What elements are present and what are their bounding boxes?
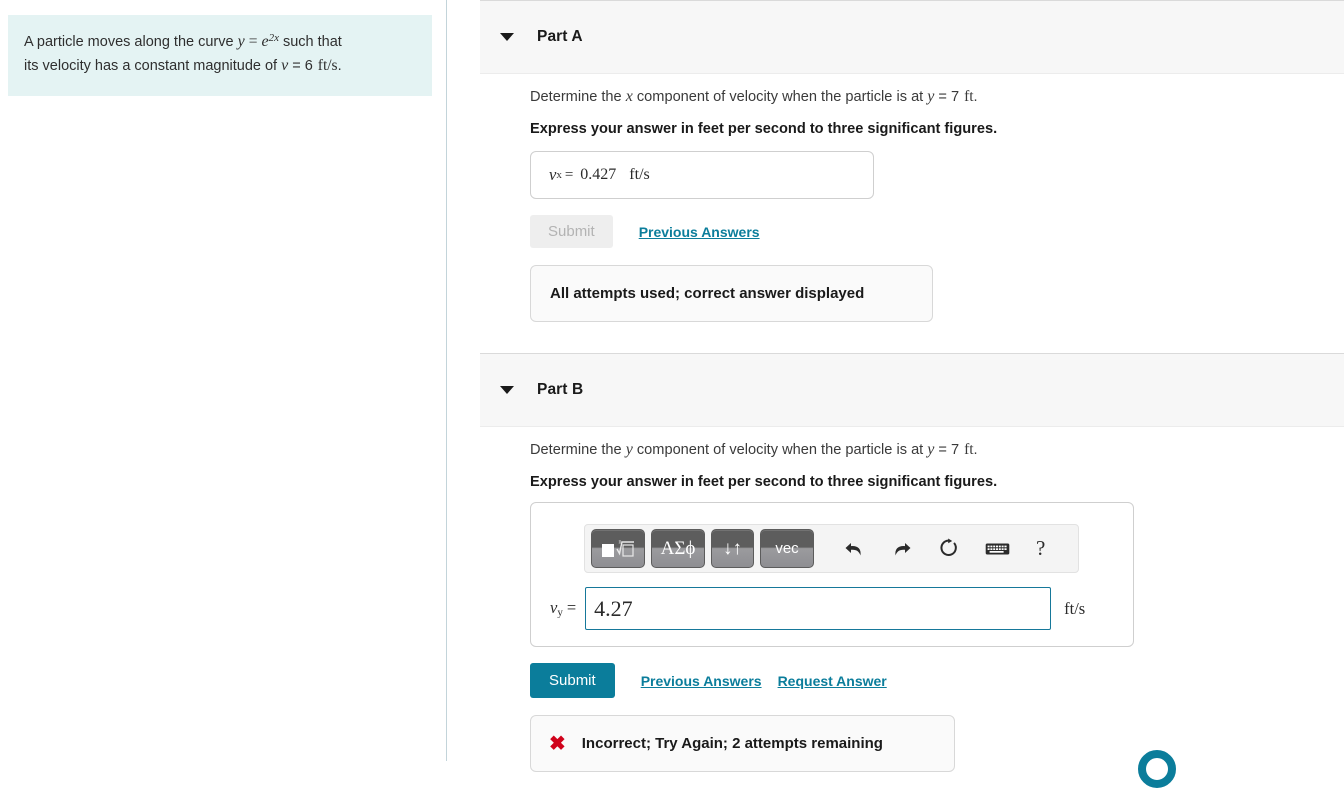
part-b-result-text: Incorrect; Try Again; 2 attempts remaini…	[581, 735, 883, 752]
problem-curve-exponent: 2x	[268, 32, 279, 45]
chevron-down-icon[interactable]	[500, 33, 514, 41]
keyboard-icon[interactable]	[985, 541, 1010, 557]
part-a-answer-unit: ft/s	[629, 166, 650, 183]
radical-template-icon: n	[602, 539, 634, 557]
part-a-submit-button[interactable]: Submit	[530, 215, 613, 248]
part-b-answer-unit: ft/s	[1064, 598, 1086, 618]
part-b-actions: Submit Previous Answers Request Answer	[530, 663, 887, 698]
part-a-question: Determine the x component of velocity wh…	[530, 87, 978, 108]
template-radical-button[interactable]: n	[591, 529, 645, 568]
part-a-answer-equals: =	[564, 166, 574, 183]
part-b-answer-label: vy =	[550, 598, 576, 618]
part-a-question-variable: x	[625, 88, 633, 105]
part-b-result-message: ✖ Incorrect; Try Again; 2 attempts remai…	[530, 715, 955, 772]
problem-text-3: its velocity has a constant magnitude of	[24, 58, 282, 75]
part-b-header[interactable]: Part B	[480, 353, 1344, 427]
problem-speed-value: 6	[304, 58, 313, 75]
problem-speed-variable: v	[281, 57, 289, 75]
part-a-instruction: Express your answer in feet per second t…	[530, 121, 998, 137]
part-b-request-answer-link[interactable]: Request Answer	[778, 673, 887, 689]
part-b-answer-panel: n ΑΣϕ ↓↑ vec ? vy = 4.27 ft/s	[530, 502, 1134, 647]
part-a-condition-unit: ft	[964, 88, 974, 105]
undo-icon[interactable]	[844, 539, 865, 559]
part-a-answer-label: v	[549, 165, 557, 184]
problem-curve-base: e	[261, 33, 269, 50]
part-a-answer-display: vx = 0.427 ft/s	[530, 151, 874, 199]
problem-statement: A particle moves along the curve y = e2x s…	[8, 15, 432, 96]
problem-text-2: such that	[278, 34, 342, 50]
part-a-condition-value: 7	[950, 89, 960, 105]
part-b-field-row: vy= ft/s	[531, 587, 1135, 630]
part-b-condition-value: 7	[950, 442, 960, 458]
part-b-answer-input[interactable]	[585, 587, 1052, 630]
part-b-condition-variable: y	[927, 441, 935, 458]
part-b-previous-answers-link[interactable]: Previous Answers	[641, 673, 762, 689]
loading-spinner-arc	[1138, 750, 1176, 788]
left-problem-panel: A particle moves along the curve y = e2x s…	[0, 0, 440, 761]
part-a-condition-variable: y	[927, 88, 935, 105]
problem-equals-1: =	[248, 33, 258, 50]
part-b-question-variable: y	[625, 441, 633, 458]
part-b-title: Part B	[537, 381, 584, 398]
part-a-result-text: All attempts used; correct answer displa…	[550, 285, 865, 302]
part-b-instruction: Express your answer in feet per second t…	[530, 474, 998, 490]
arrows-button[interactable]: ↓↑	[711, 529, 754, 568]
help-icon[interactable]: ?	[1036, 536, 1045, 561]
part-a-answer-label-sub: x	[556, 169, 562, 181]
x-mark-icon: ✖	[549, 732, 566, 755]
part-b-condition-unit: ft	[964, 441, 974, 458]
problem-period: .	[337, 58, 342, 75]
part-b-question-period: .	[973, 442, 978, 458]
part-a-previous-answers-link[interactable]: Previous Answers	[639, 224, 760, 240]
problem-speed-unit: ft/s	[317, 57, 338, 75]
part-b-submit-button[interactable]: Submit	[530, 663, 615, 698]
chevron-down-icon[interactable]	[500, 386, 514, 394]
part-b-question: Determine the y component of velocity wh…	[530, 440, 978, 461]
problem-equals-2: =	[292, 58, 301, 75]
reset-icon[interactable]	[938, 538, 959, 559]
problem-text-1: A particle moves along the curve	[24, 34, 238, 50]
part-a-title: Part A	[537, 28, 583, 45]
part-a-answer-value: 0.427	[580, 166, 617, 183]
part-a-question-text-1: Determine the	[530, 89, 626, 105]
part-b-answer-label-sub: y	[557, 606, 563, 619]
part-a-condition-equals: =	[938, 89, 947, 105]
svg-text:n: n	[619, 539, 622, 545]
problem-curve-variable: y	[237, 33, 245, 50]
part-a-question-period: .	[973, 89, 978, 105]
part-b-question-text-2: component of velocity when the particle …	[632, 442, 928, 458]
vector-button[interactable]: vec	[760, 529, 814, 568]
part-b-answer-equals: =	[566, 598, 577, 618]
part-b-condition-equals: =	[938, 442, 947, 458]
math-toolbar: n ΑΣϕ ↓↑ vec ?	[584, 524, 1079, 573]
part-a-header[interactable]: Part A	[480, 0, 1344, 74]
right-content-panel: Part A Determine the x component of velo…	[448, 0, 1344, 788]
panel-divider	[446, 0, 447, 761]
part-b-question-text-1: Determine the	[530, 442, 626, 458]
redo-icon[interactable]	[891, 539, 912, 559]
part-a-question-text-2: component of velocity when the particle …	[632, 89, 928, 105]
part-a-actions: Submit Previous Answers	[530, 215, 760, 248]
part-a-result-message: All attempts used; correct answer displa…	[530, 265, 933, 322]
greek-letters-button[interactable]: ΑΣϕ	[651, 529, 705, 568]
